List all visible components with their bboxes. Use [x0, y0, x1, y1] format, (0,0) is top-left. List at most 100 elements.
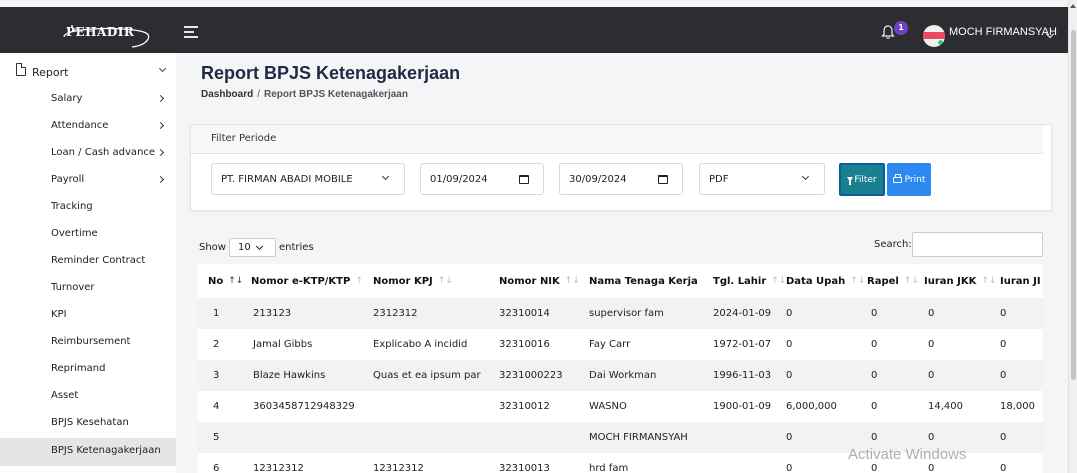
notification-badge: 1	[894, 21, 908, 35]
column-header[interactable]: Nomor NIK ↑↓	[489, 264, 580, 298]
sidebar-item-label: BPJS Ketenagakerjaan	[51, 445, 161, 456]
column-header[interactable]: Nomor KPJ ↑↓	[363, 264, 489, 298]
calendar-icon[interactable]	[519, 175, 529, 184]
user-name[interactable]: MOCH FIRMANSYAH	[949, 26, 1057, 38]
table-row[interactable]: 4 3603458712948329 32310012 WASNO 1900-01-09…	[198, 391, 1043, 422]
table-cell: 0	[865, 329, 922, 360]
report-file-icon	[16, 63, 26, 76]
page-scrollbar[interactable]	[1068, 0, 1077, 473]
table-cell: 14,400	[922, 391, 998, 422]
sidebar-item[interactable]: Overtime	[0, 221, 176, 248]
sort-arrows-icon[interactable]: ↑↓	[850, 276, 865, 286]
table-cell: 3	[198, 360, 243, 391]
sidebar-item[interactable]: Asset	[0, 383, 176, 410]
table-cell: Blaze Hawkins	[243, 360, 363, 391]
menu-toggle-icon[interactable]	[184, 26, 198, 38]
table-cell	[243, 422, 363, 453]
sort-arrows-icon[interactable]: ↑↓	[904, 276, 919, 286]
column-header[interactable]: Iuran JKK ↑↓	[922, 264, 998, 298]
print-button-label: Print	[904, 174, 926, 185]
table-row[interactable]: 3 Blaze Hawkins Quas et ea ipsum par 323100…	[198, 360, 1043, 391]
table-cell: 32310016	[489, 329, 579, 360]
scrollbar-thumb[interactable]	[1071, 30, 1076, 380]
online-status-dot	[937, 39, 944, 46]
table-header-row: No↑↓Nomor e-KTP/KTP↑↓Nomor KPJ↑↓Nomor NI…	[198, 264, 1043, 298]
table-row[interactable]: 1 213123 2312312 32310014 supervisor fam 2024…	[198, 298, 1043, 329]
column-header[interactable]: Nomor e-KTP/KTP↑↓	[243, 264, 370, 298]
start-date-input[interactable]: 01/09/2024	[420, 163, 544, 195]
column-header-label: Nomor NIK	[499, 275, 560, 287]
column-header-label: Data Upah	[786, 275, 846, 287]
column-header[interactable]: Data Upah ↑↓	[784, 264, 865, 298]
table-cell: 5	[198, 422, 243, 453]
column-header[interactable]: Tgl. Lahir ↑↓	[703, 264, 786, 298]
table-cell: 0	[998, 329, 1043, 360]
sidebar-section-report[interactable]: Report	[32, 66, 68, 79]
sidebar-item[interactable]: Salary	[0, 86, 176, 113]
table-cell: Quas et ea ipsum par	[363, 360, 489, 391]
sort-arrows-icon[interactable]: ↑↓	[565, 276, 580, 286]
sidebar-item[interactable]: BPJS Ketenagakerjaan	[0, 438, 176, 466]
table-cell: 3231000223	[489, 360, 579, 391]
sidebar-item-label: Asset	[51, 390, 79, 401]
sidebar-item[interactable]: Reprimand	[0, 356, 176, 383]
chevron-right-icon	[156, 94, 165, 103]
table-cell: 0	[865, 298, 922, 329]
end-date-input[interactable]: 30/09/2024	[559, 163, 683, 195]
column-header[interactable]: Rapel ↑↓	[865, 264, 922, 298]
sidebar-item[interactable]: KPI	[0, 302, 176, 329]
sidebar-item[interactable]: Tracking	[0, 194, 176, 221]
sidebar-item-label: Turnover	[51, 282, 95, 293]
chevron-right-icon	[156, 148, 165, 157]
print-button[interactable]: Print	[887, 163, 931, 196]
table-cell: MOCH FIRMANSYAH	[579, 422, 703, 453]
table-cell: 32310012	[489, 391, 579, 422]
sort-arrows-icon[interactable]: ↑↓	[981, 276, 996, 286]
sidebar-item-label: Reminder Contract	[51, 255, 146, 266]
app-logo[interactable]: PEHADIR	[62, 18, 154, 48]
sidebar-item[interactable]: Payroll	[0, 167, 176, 194]
table-cell: 4	[198, 391, 243, 422]
report-chevron-down-icon[interactable]	[158, 64, 167, 73]
breadcrumb-home[interactable]: Dashboard	[201, 89, 253, 100]
table-cell: Jamal Gibbs	[243, 329, 363, 360]
table-cell: 0	[922, 298, 998, 329]
format-select-value: PDF	[709, 174, 729, 185]
table-cell	[489, 422, 579, 453]
table-cell: 0	[998, 453, 1043, 473]
column-header-label: Nama Tenaga Kerja	[589, 275, 698, 287]
sidebar-item[interactable]: Loan / Cash advance	[0, 140, 176, 167]
table-cell	[363, 422, 489, 453]
sort-arrows-icon[interactable]: ↑↓	[228, 276, 243, 286]
column-header[interactable]: Iuran JI	[998, 264, 1043, 298]
sidebar-item[interactable]: Reimbursement	[0, 329, 176, 356]
table-cell: 0	[998, 360, 1043, 391]
user-avatar[interactable]	[923, 25, 945, 47]
filter-card: Filter Periode PT. FIRMAN ABADI MOBILE 0…	[190, 124, 1052, 211]
calendar-icon[interactable]	[658, 175, 668, 184]
filter-button[interactable]: Filter	[839, 163, 885, 196]
table-cell: 0	[998, 298, 1043, 329]
search-input[interactable]	[912, 232, 1043, 257]
scroll-up-arrow-icon[interactable]	[1070, 4, 1076, 8]
column-header[interactable]: No ↑↓	[198, 264, 243, 298]
company-select[interactable]: PT. FIRMAN ABADI MOBILE	[211, 163, 405, 195]
entries-per-page-select[interactable]: 10	[228, 238, 276, 257]
sidebar-item[interactable]: Turnover	[0, 275, 176, 302]
sidebar-item[interactable]: Reminder Contract	[0, 248, 176, 275]
sidebar-item[interactable]: Attendance	[0, 113, 176, 140]
table-cell: 0	[922, 360, 998, 391]
column-header[interactable]: Nama Tenaga Kerja↑↓	[579, 264, 718, 298]
sidebar-item[interactable]: BPJS Kesehatan	[0, 410, 176, 437]
format-select[interactable]: PDF	[699, 163, 825, 195]
column-header-label: Iuran JI	[1000, 275, 1041, 287]
column-header-label: No	[208, 275, 224, 287]
table-cell: 12312312	[243, 453, 363, 473]
sidebar-item-label: KPI	[51, 309, 67, 320]
table-cell: 18,000	[998, 391, 1043, 422]
show-label: Show	[199, 242, 226, 253]
table-row[interactable]: 2 Jamal Gibbs Explicabo A incidid 32310016 F…	[198, 329, 1043, 360]
table-cell	[363, 391, 489, 422]
table-cell: 0	[865, 391, 922, 422]
sort-arrows-icon[interactable]: ↑↓	[438, 276, 453, 286]
